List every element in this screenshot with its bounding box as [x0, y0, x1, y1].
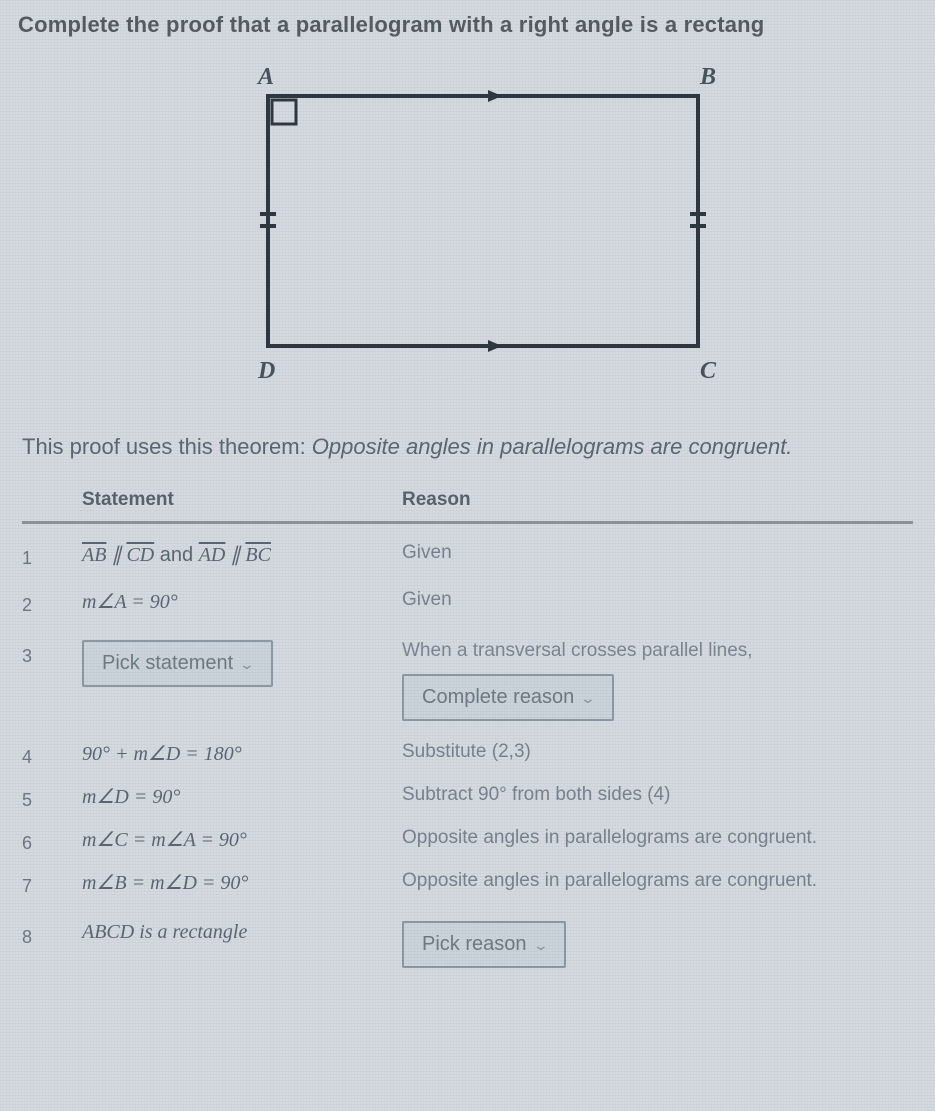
- statement-cell: m∠B = m∠D = 90°: [82, 870, 402, 895]
- table-row: 6 m∠C = m∠A = 90° Opposite angles in par…: [22, 817, 913, 860]
- rectangle-figure: A B C D: [188, 56, 748, 396]
- row-number: 7: [22, 870, 82, 897]
- statement-cell: ABCD is a rectangle: [82, 921, 402, 944]
- table-header: Statement Reason: [22, 489, 913, 524]
- complete-reason-dropdown[interactable]: Complete reason⌄: [402, 674, 614, 721]
- row-number: 5: [22, 784, 82, 811]
- table-row: 8 ABCD is a rectangle Pick reason⌄: [22, 903, 913, 978]
- reason-prefix: When a transversal crosses parallel line…: [402, 640, 913, 662]
- table-row: 7 m∠B = m∠D = 90° Opposite angles in par…: [22, 860, 913, 903]
- statement-cell: 90° + m∠D = 180°: [82, 741, 402, 766]
- row-number: 3: [22, 640, 82, 667]
- header-statement: Statement: [82, 489, 402, 511]
- statement-cell: Pick statement⌄: [82, 640, 402, 687]
- reason-cell: Opposite angles in parallelograms are co…: [402, 870, 913, 892]
- theorem-body: Opposite angles in parallelograms are co…: [312, 434, 793, 459]
- row-number: 2: [22, 589, 82, 616]
- table-row: 5 m∠D = 90° Subtract 90° from both sides…: [22, 774, 913, 817]
- vertex-label-d: D: [257, 358, 275, 384]
- statement-cell: m∠A = 90°: [82, 589, 402, 614]
- chevron-down-icon: ⌄: [239, 656, 255, 673]
- figure-container: A B C D: [0, 48, 935, 420]
- theorem-lead: This proof uses this theorem:: [22, 434, 312, 459]
- row-number: 8: [22, 921, 82, 948]
- table-row: 2 m∠A = 90° Given: [22, 579, 913, 622]
- reason-cell: Pick reason⌄: [402, 921, 913, 968]
- row-number: 4: [22, 741, 82, 768]
- table-row: 4 90° + m∠D = 180° Substitute (2,3): [22, 731, 913, 774]
- vertex-label-a: A: [256, 64, 274, 90]
- reason-cell: When a transversal crosses parallel line…: [402, 640, 913, 721]
- pick-statement-dropdown[interactable]: Pick statement⌄: [82, 640, 273, 687]
- table-row: 3 Pick statement⌄ When a transversal cro…: [22, 622, 913, 731]
- reason-cell: Subtract 90° from both sides (4): [402, 784, 913, 806]
- page-title: Complete the proof that a parallelogram …: [0, 0, 935, 48]
- statement-cell: m∠D = 90°: [82, 784, 402, 809]
- table-row: 1 AB ∥ CD and AD ∥ BC Given: [22, 524, 913, 579]
- reason-cell: Substitute (2,3): [402, 741, 913, 763]
- pick-reason-dropdown[interactable]: Pick reason⌄: [402, 921, 566, 968]
- row-number: 6: [22, 827, 82, 854]
- row-number: 1: [22, 542, 82, 569]
- reason-cell: Given: [402, 589, 913, 611]
- theorem-text: This proof uses this theorem: Opposite a…: [0, 420, 935, 489]
- header-reason: Reason: [402, 489, 913, 511]
- chevron-down-icon: ⌄: [532, 937, 548, 954]
- statement-cell: AB ∥ CD and AD ∥ BC: [82, 542, 402, 567]
- vertex-label-b: B: [699, 64, 716, 90]
- reason-cell: Given: [402, 542, 913, 564]
- vertex-label-c: C: [700, 358, 717, 384]
- chevron-down-icon: ⌄: [580, 690, 596, 707]
- reason-cell: Opposite angles in parallelograms are co…: [402, 827, 913, 849]
- statement-cell: m∠C = m∠A = 90°: [82, 827, 402, 852]
- proof-table: Statement Reason 1 AB ∥ CD and AD ∥ BC G…: [0, 489, 935, 978]
